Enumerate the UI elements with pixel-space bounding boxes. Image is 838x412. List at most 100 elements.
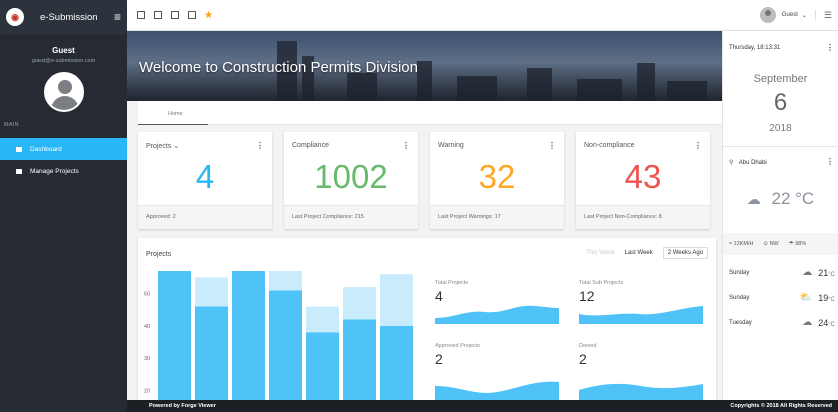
star-icon[interactable]: ★ [204,10,213,21]
y-tick-label: 30 [144,356,150,362]
tab-2-weeks-ago[interactable]: 2 Weeks Ago [662,247,708,259]
chart-bar[interactable] [269,290,302,400]
card-title: Warning [438,142,464,149]
forecast-temp: 24°C [818,317,835,328]
projects-panel: Projects This Week Last Week 2 Weeks Ago… [138,238,716,400]
card-title: Compliance [292,142,329,149]
user-menu[interactable]: Guest ⌄ [759,7,815,23]
weather-panel: Thursday, 18:13:31 ⋮ September 6 2018 ⚲ … [722,31,838,400]
chart-bar[interactable] [380,274,413,326]
card-title: Non-compliance [584,142,635,149]
cloud-icon: ☁ [746,191,761,207]
contacts-icon[interactable] [171,11,179,19]
banner: Welcome to Construction Permits Division [127,31,722,101]
calendar-year: 2018 [769,123,792,134]
datetime: Thursday, 18:13:31 [729,45,781,51]
projects-title: Projects [146,251,172,258]
partly-cloudy-icon: ⛅ [799,292,813,303]
weather-conditions: ≈ 12KM/H ⊙ NW ☂ 98% [723,233,838,255]
card-value: 43 [624,158,662,195]
chevron-down-icon: ⌄ [173,143,180,150]
calendar-day: 6 [773,89,788,116]
breadcrumb-home[interactable]: Home [168,111,183,117]
temperature-value: 22 °C [771,189,815,208]
card-non-compliance: Non-compliance ⋮ 43 Last Project Non-Com… [576,132,710,229]
list-icon[interactable]: ☰ [814,9,832,21]
mail-icon[interactable] [154,11,162,19]
chart-bar[interactable] [195,277,228,307]
breadcrumb-underline [138,124,208,125]
wind-speed: ≈ 12KM/H [729,241,754,247]
chart-bar[interactable] [158,271,191,400]
more-vert-icon[interactable]: ⋮ [402,141,410,150]
stat-label: Total Projects [435,280,469,286]
card-compliance: Compliance ⋮ 1002 Last Project Complianc… [284,132,418,229]
stat-label: Total Sub Projects [579,280,624,286]
topbar: ★ Guest ⌄ ☰ [127,0,838,31]
sidebar-item-dashboard[interactable]: Dashboard [0,138,127,160]
sidebar-header: ◉ e-Submission ≡ [0,0,127,34]
chart-bar[interactable] [343,319,376,400]
card-footer: Last Project Compliance: 215 [284,205,418,229]
card-footer: Last Project Warnings: 17 [430,205,564,229]
location-pin-icon: ⚲ [729,160,734,166]
folder-icon [16,168,22,174]
chart-bar[interactable] [195,306,228,400]
calendar-icon[interactable] [137,11,145,19]
logo: ◉ [6,8,24,26]
y-tick-label: 40 [144,324,150,330]
forecast-day: Tuesday [729,319,752,326]
calendar-month: September [753,73,808,85]
sparkline-total-sub-projects [579,306,703,324]
card-footer: Last Project Non-Compliance: 8 [576,205,710,229]
sidebar-item-manage-projects[interactable]: Manage Projects [0,160,127,182]
checkbox-icon[interactable] [188,11,196,19]
chart-bar[interactable] [306,332,339,400]
sidebar-user-email: guest@e-submission.com [31,58,96,64]
windy-cloud-icon: ☁ [802,317,813,328]
avatar[interactable] [43,72,84,112]
more-vert-icon[interactable]: ⋮ [548,141,556,150]
sparkline-approved-projects [435,381,559,400]
cloud-icon: ☁ [802,267,813,278]
user-avatar [759,7,776,23]
more-vert-icon[interactable]: ⋮ [826,157,834,166]
weather-location: ⚲ Abu Dhabi [729,159,767,166]
chart-bar[interactable] [269,271,302,291]
stat-label: Approved Projects [435,343,480,349]
stat-value: 2 [435,351,443,367]
card-footer-text: Approved: 2 [146,214,176,220]
stat-value: 2 [579,351,587,367]
forecast-day: Sunday [729,294,750,301]
footer-copyright: Copyrights © 2018 All Rights Reserved [730,403,832,409]
menu-icon[interactable]: ≡ [114,10,121,24]
banner-title: Welcome to Construction Permits Division [139,59,418,76]
forecast-temp: 19°C [818,292,835,303]
card-value: 4 [195,158,215,195]
current-temperature: ☁ 22 °C [723,189,838,209]
chart-bar[interactable] [232,271,265,400]
chart-bar[interactable] [380,325,413,400]
tab-last-week[interactable]: Last Week [625,250,653,259]
projects-tabs: This Week Last Week 2 Weeks Ago [586,247,708,259]
divider [723,146,838,147]
more-vert-icon[interactable]: ⋮ [256,141,264,150]
card-footer: Approved: 2 [138,205,272,229]
card-warning: Warning ⋮ 32 Last Project Warnings: 17 [430,132,564,229]
chart-bar[interactable] [343,287,376,320]
card-footer-text: Last Project Non-Compliance: 8 [584,214,662,220]
forecast-row: Sunday ☁ 21°C [729,267,835,278]
chart-bar[interactable] [306,306,339,333]
sidebar-section-label: MAIN [4,122,19,128]
sidebar-item-label: Dashboard [30,145,62,153]
more-vert-icon[interactable]: ⋮ [694,141,702,150]
y-tick-label: 50 [144,292,150,298]
more-vert-icon[interactable]: ⋮ [826,43,834,52]
footer: Powered by Forge Viewer Copyrights © 201… [127,400,838,412]
tab-this-week[interactable]: This Week [586,250,614,259]
footer-powered-by: Powered by Forge Viewer [149,403,216,409]
y-tick-label: 20 [144,388,150,394]
projects-bar-chart: 50 40 30 20 [144,271,413,400]
app-name: e-Submission [40,11,98,23]
card-title[interactable]: Projects ⌄ [146,142,179,150]
